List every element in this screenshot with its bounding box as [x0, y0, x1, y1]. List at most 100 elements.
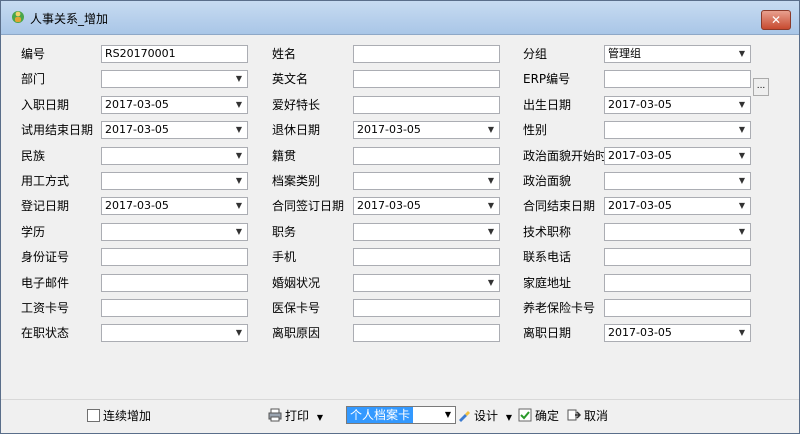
select-field[interactable]: ▼	[101, 172, 248, 190]
select-field[interactable]: 2017-03-05 ▼	[101, 121, 248, 139]
field-value: 管理组	[608, 47, 641, 60]
print-label: 打印	[285, 409, 310, 423]
select-field[interactable]: ▼	[604, 172, 751, 190]
field-label: 编号	[21, 47, 46, 61]
select-field[interactable]: ▼	[101, 324, 248, 342]
chevron-down-icon[interactable]: ▼	[483, 122, 499, 138]
chevron-down-icon[interactable]: ▼	[483, 275, 499, 291]
chevron-down-icon[interactable]: ▼	[231, 173, 247, 189]
design-icon	[459, 411, 470, 422]
app-icon	[12, 11, 24, 23]
text-field[interactable]	[353, 45, 500, 63]
text-field[interactable]	[101, 299, 248, 317]
cancel-label: 取消	[584, 409, 609, 423]
title-bar[interactable]: 人事关系_增加 ✕	[1, 1, 799, 35]
text-field[interactable]	[604, 299, 751, 317]
select-field[interactable]: ▼	[101, 147, 248, 165]
print-dropdown-icon[interactable]: ▼	[317, 413, 323, 422]
select-field[interactable]: 2017-03-05 ▼	[604, 96, 751, 114]
field-label: 退休日期	[272, 123, 321, 137]
text-field[interactable]	[353, 324, 500, 342]
design-button[interactable]: 设计 ▼	[457, 407, 512, 425]
continue-add-checkbox[interactable]	[87, 409, 100, 422]
chevron-down-icon[interactable]: ▼	[734, 198, 750, 214]
chevron-down-icon[interactable]: ▼	[483, 224, 499, 240]
field-label: 合同签订日期	[272, 199, 345, 213]
select-field[interactable]: ▼	[604, 121, 751, 139]
field-value: 2017-03-05	[608, 199, 672, 212]
field-label: 民族	[21, 149, 46, 163]
template-select[interactable]: 个人档案卡 ▼	[346, 406, 456, 424]
text-field[interactable]	[604, 70, 751, 88]
select-field[interactable]: 管理组 ▼	[604, 45, 751, 63]
text-field[interactable]	[353, 248, 500, 266]
ok-button[interactable]: 确定	[518, 407, 559, 425]
field-label: 婚姻状况	[272, 276, 321, 290]
close-button[interactable]: ✕	[761, 10, 791, 30]
field-label: 在职状态	[21, 326, 70, 340]
template-select-value: 个人档案卡	[347, 407, 414, 423]
text-field[interactable]	[353, 299, 500, 317]
print-button[interactable]: 打印 ▼	[268, 407, 323, 425]
text-field[interactable]	[101, 274, 248, 292]
field-label: 身份证号	[21, 250, 70, 264]
text-field[interactable]	[353, 96, 500, 114]
select-field[interactable]: ▼	[353, 172, 500, 190]
cancel-button[interactable]: 取消	[567, 407, 608, 425]
select-field[interactable]: 2017-03-05 ▼	[604, 197, 751, 215]
field-value: 2017-03-05	[608, 326, 672, 339]
select-field[interactable]: 2017-03-05 ▼	[101, 96, 248, 114]
text-field[interactable]	[353, 147, 500, 165]
dialog-window: 人事关系_增加 ✕ 编号 RS20170001 部门 ▼ 入职日期 2017-03-05 ▼…	[0, 0, 800, 434]
field-label: 姓名	[272, 47, 297, 61]
chevron-down-icon[interactable]: ▼	[483, 173, 499, 189]
field-label: 离职原因	[272, 326, 321, 340]
chevron-down-icon[interactable]: ▼	[231, 71, 247, 87]
design-label: 设计	[474, 409, 499, 423]
select-field[interactable]: ▼	[604, 223, 751, 241]
chevron-down-icon[interactable]: ▼	[231, 224, 247, 240]
field-value: 2017-03-05	[105, 98, 169, 111]
text-field[interactable]	[101, 248, 248, 266]
chevron-down-icon[interactable]: ▼	[231, 97, 247, 113]
chevron-down-icon[interactable]: ▼	[734, 122, 750, 138]
field-label: 性别	[523, 123, 548, 137]
chevron-down-icon[interactable]: ▼	[231, 122, 247, 138]
select-field[interactable]: 2017-03-05 ▼	[353, 121, 500, 139]
ok-label: 确定	[535, 409, 560, 423]
select-field[interactable]: ▼	[101, 223, 248, 241]
select-field[interactable]: 2017-03-05 ▼	[604, 324, 751, 342]
chevron-down-icon[interactable]: ▼	[231, 198, 247, 214]
field-value: RS20170001	[105, 47, 176, 60]
chevron-down-icon[interactable]: ▼	[734, 224, 750, 240]
chevron-down-icon: ▼	[444, 410, 452, 419]
text-field[interactable]	[604, 274, 751, 292]
field-label: 工资卡号	[21, 301, 70, 315]
field-label: 联系电话	[523, 250, 572, 264]
field-label: 用工方式	[21, 174, 70, 188]
select-field[interactable]: ▼	[353, 274, 500, 292]
design-dropdown-icon[interactable]: ▼	[506, 413, 512, 422]
chevron-down-icon[interactable]: ▼	[734, 148, 750, 164]
group-more-button[interactable]: ...	[753, 78, 769, 96]
field-label: 职务	[272, 225, 297, 239]
select-field[interactable]: 2017-03-05 ▼	[604, 147, 751, 165]
select-field[interactable]: 2017-03-05 ▼	[353, 197, 500, 215]
select-field[interactable]: ▼	[101, 70, 248, 88]
field-label: 登记日期	[21, 199, 70, 213]
chevron-down-icon[interactable]: ▼	[231, 325, 247, 341]
select-field[interactable]: ▼	[353, 223, 500, 241]
field-label: 政治面貌	[523, 174, 572, 188]
chevron-down-icon[interactable]: ▼	[734, 97, 750, 113]
chevron-down-icon[interactable]: ▼	[734, 46, 750, 62]
text-field[interactable]	[604, 248, 751, 266]
field-label: 离职日期	[523, 326, 572, 340]
select-field[interactable]: 2017-03-05 ▼	[101, 197, 248, 215]
chevron-down-icon[interactable]: ▼	[231, 148, 247, 164]
chevron-down-icon[interactable]: ▼	[734, 173, 750, 189]
field-label: 爱好特长	[272, 98, 321, 112]
text-field[interactable]: RS20170001	[101, 45, 248, 63]
chevron-down-icon[interactable]: ▼	[734, 325, 750, 341]
chevron-down-icon[interactable]: ▼	[483, 198, 499, 214]
text-field[interactable]	[353, 70, 500, 88]
